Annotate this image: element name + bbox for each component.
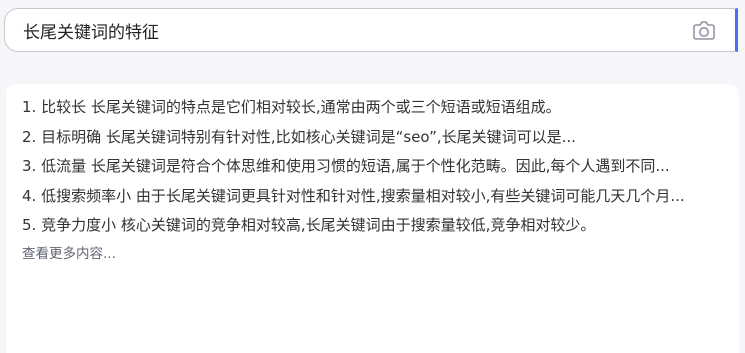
see-more-link[interactable]: 查看更多内容... [22, 242, 739, 262]
search-box [4, 8, 738, 52]
list-item: 2. 目标明确 长尾关键词特别有针对性,比如核心关键词是“seo”,长尾关键词可… [22, 127, 576, 146]
list-item: 5. 竞争力度小 核心关键词的竞争相对较高,长尾关键词由于搜索量较低,竞争相对较… [22, 216, 596, 234]
feature-list: 1. 比较长 长尾关键词的特点是它们相对较长,通常由两个或三个短语或短语组成。 … [6, 84, 739, 240]
answer-card: 1. 比较长 长尾关键词的特点是它们相对较长,通常由两个或三个短语或短语组成。 … [6, 84, 739, 353]
camera-icon[interactable] [689, 15, 719, 45]
list-item: 3. 低流量 长尾关键词是符合个体思维和使用习惯的短语,属于个性化范畴。因此,每… [22, 157, 670, 175]
list-item: 4. 低搜索频率小 由于长尾关键词更具针对性和针对性,搜索量相对较小,有些关键词… [22, 186, 685, 205]
search-bar-area [0, 0, 745, 70]
search-input[interactable] [5, 9, 689, 51]
list-item: 1. 比较长 长尾关键词的特点是它们相对较长,通常由两个或三个短语或短语组成。 [22, 98, 561, 116]
